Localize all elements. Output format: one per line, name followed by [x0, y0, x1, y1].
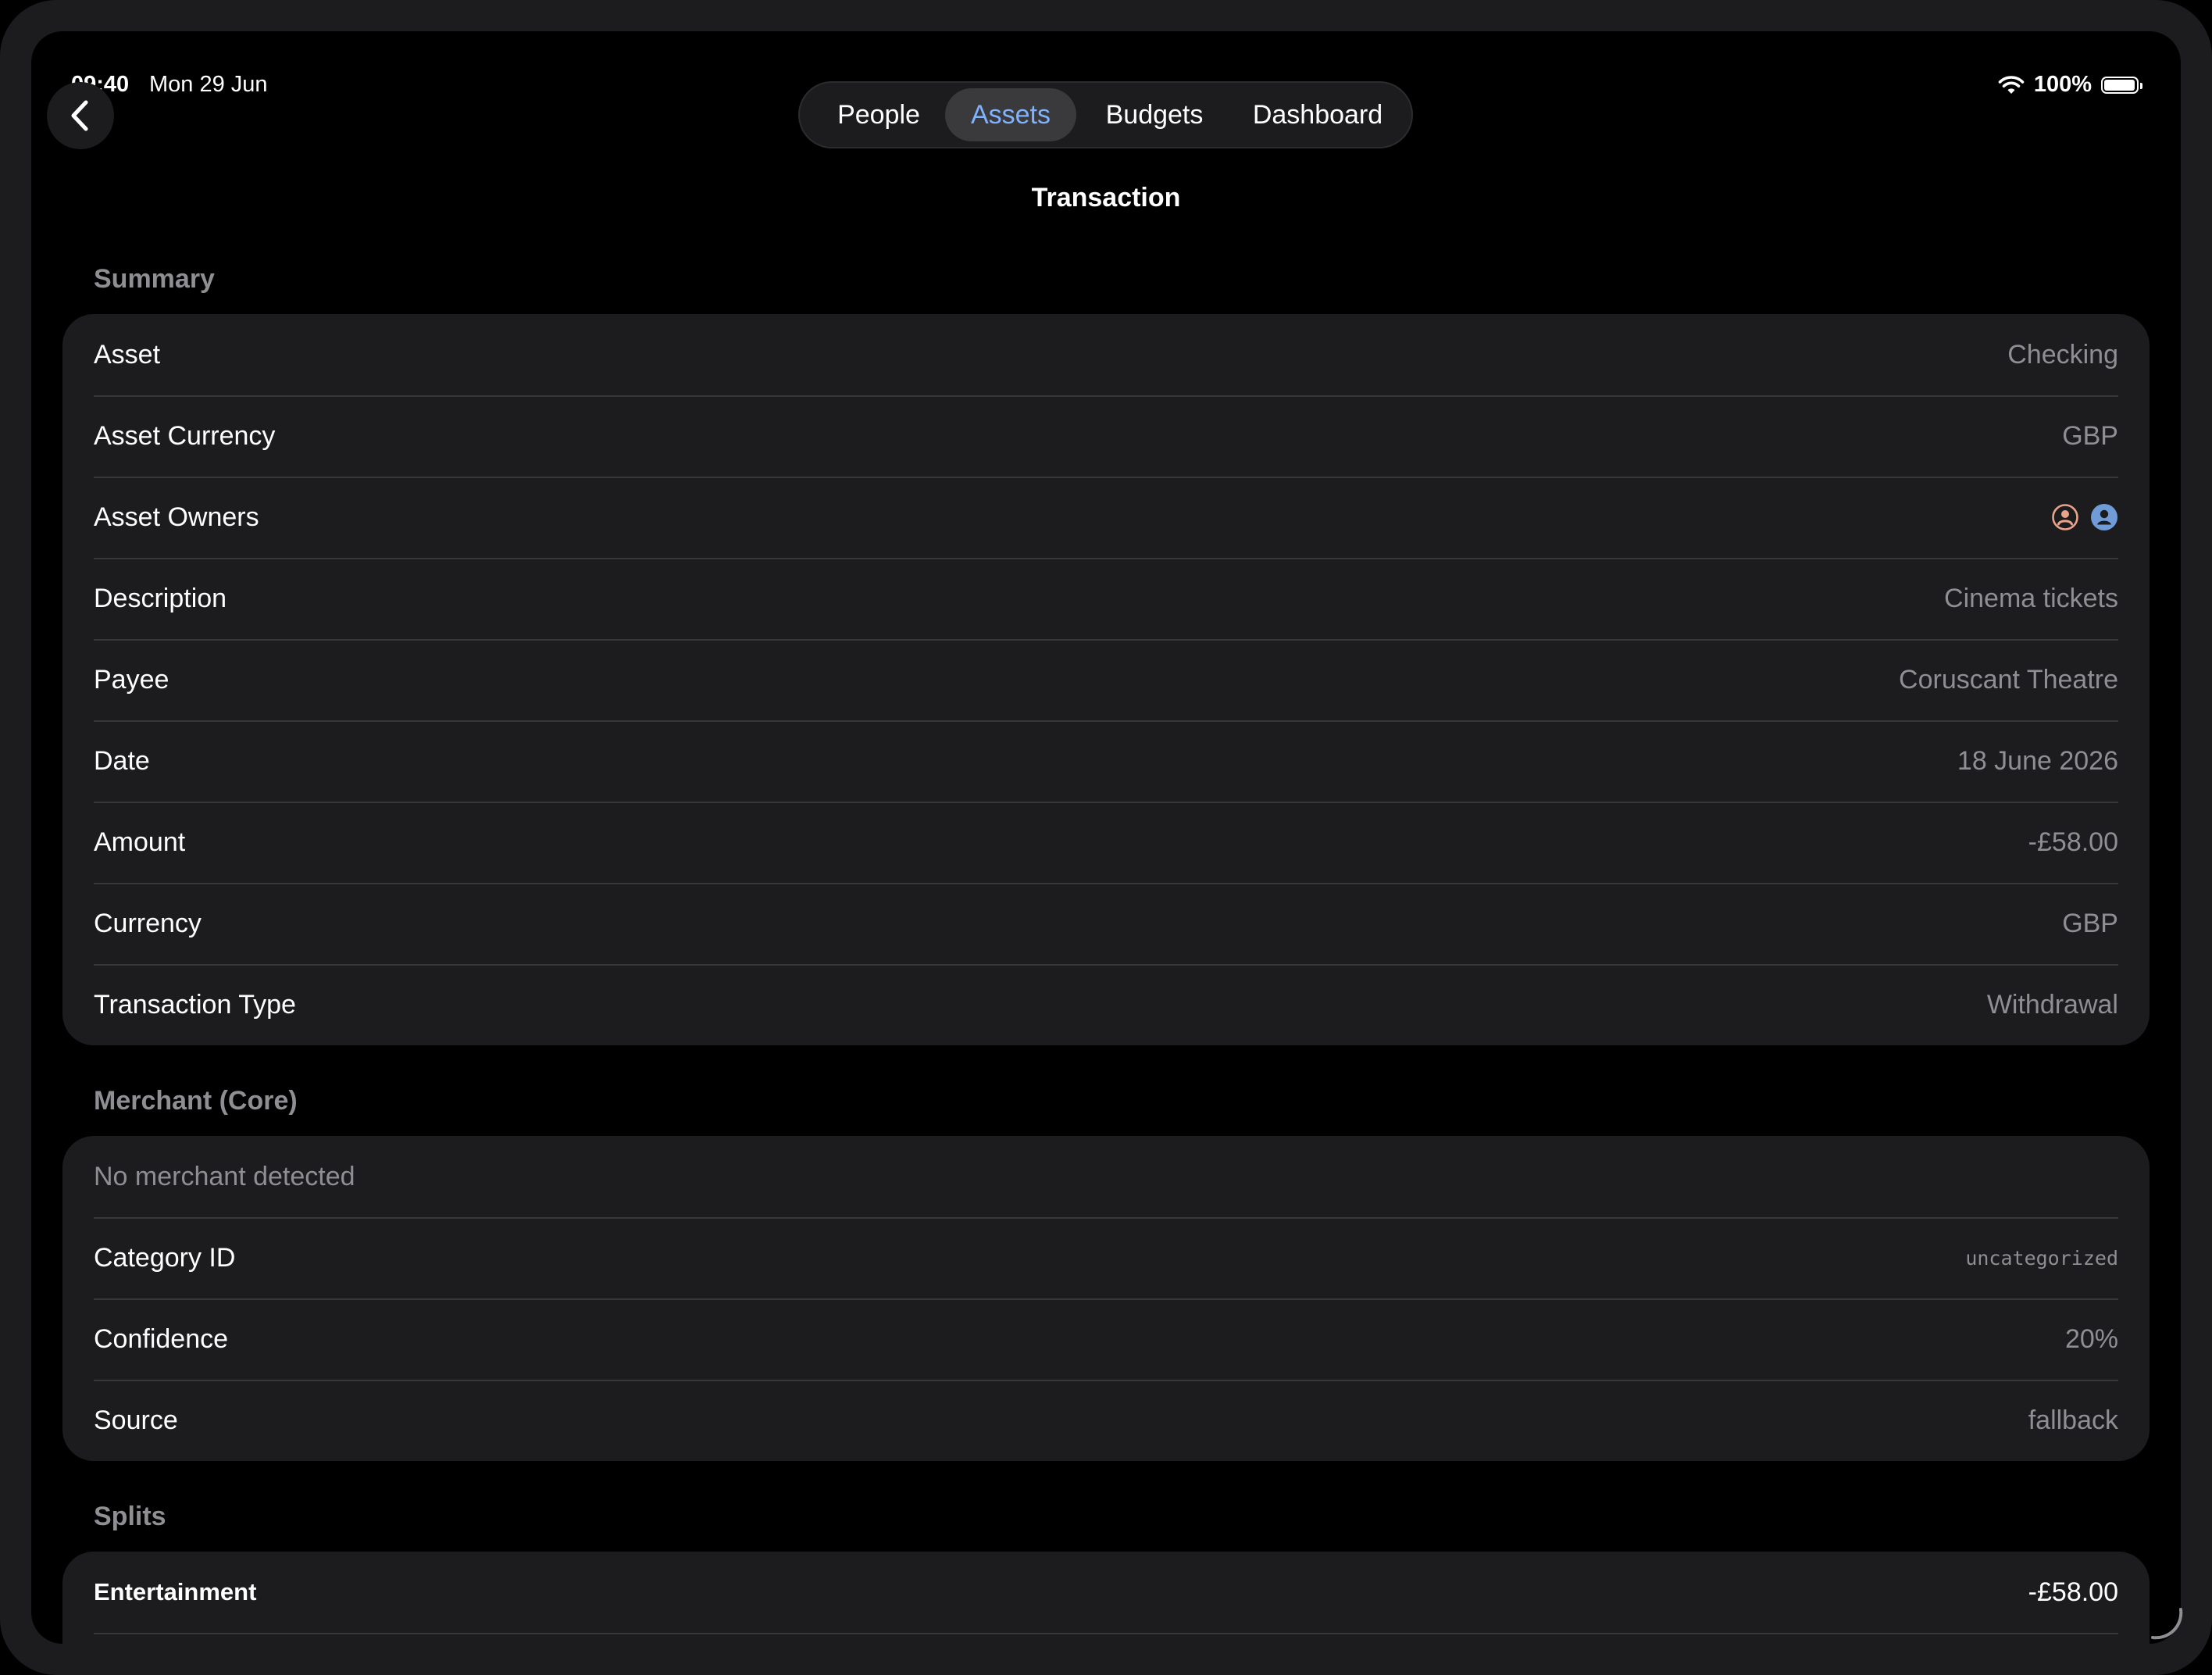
row-label: Date [94, 745, 150, 776]
tab-dashboard[interactable]: Dashboard [1234, 88, 1401, 141]
ipad-frame: 09:40 Mon 29 Jun 100% People Assets Budg… [0, 0, 2212, 1675]
row-label: Currency [94, 908, 202, 938]
page-title: Transaction [1031, 183, 1181, 212]
row-value: 20% [2064, 1323, 2118, 1354]
row-value: Checking [2007, 339, 2118, 370]
row-label: Transaction Type [94, 989, 296, 1020]
wifi-icon [1998, 75, 2025, 94]
row-label: Asset [94, 339, 161, 370]
row-value: GBP [2062, 908, 2118, 938]
loading-spinner-icon [2151, 1608, 2183, 1640]
row-label: Payee [94, 664, 169, 695]
row-description[interactable]: Description Cinema tickets [62, 558, 2150, 639]
row-asset-currency[interactable]: Asset Currency GBP [62, 395, 2150, 477]
back-button[interactable] [47, 82, 114, 149]
row-label: Source [94, 1405, 178, 1435]
person-circle-icon [2052, 504, 2078, 530]
row-transaction-type[interactable]: Transaction Type Withdrawal [62, 964, 2150, 1045]
split-category: Entertainment [94, 1578, 257, 1605]
row-label: Category ID [94, 1242, 236, 1273]
row-payee[interactable]: Payee Coruscant Theatre [62, 639, 2150, 720]
summary-card: Asset Checking Asset Currency GBP Asset … [62, 314, 2150, 1045]
row-currency[interactable]: Currency GBP [62, 883, 2150, 964]
row-category-id[interactable]: Category ID uncategorized [62, 1217, 2150, 1298]
row-asset-owners[interactable]: Asset Owners [62, 477, 2150, 558]
row-value: Cinema tickets [1944, 583, 2118, 613]
tab-people[interactable]: People [814, 88, 944, 141]
row-amount[interactable]: Amount -£58.00 [62, 802, 2150, 883]
row-value: uncategorized [1965, 1246, 2118, 1270]
tab-assets[interactable]: Assets [945, 88, 1076, 141]
status-right: 100% [1998, 72, 2142, 98]
split-amount: -£58.00 [2028, 1577, 2118, 1607]
row-split-entertainment[interactable]: Entertainment -£58.00 [62, 1552, 2150, 1633]
row-value: GBP [2062, 420, 2118, 451]
section-header-summary: Summary [94, 264, 215, 294]
row-value: 18 June 2026 [1957, 745, 2118, 776]
top-tab-bar: People Assets Budgets Dashboard [798, 81, 1413, 148]
merchant-card: No merchant detected Category ID uncateg… [62, 1136, 2150, 1461]
row-value: Withdrawal [1986, 989, 2118, 1020]
section-header-splits: Splits [94, 1502, 166, 1531]
row-label: Amount [94, 827, 186, 857]
person-circle-fill-icon [2091, 504, 2117, 530]
row-no-merchant: No merchant detected [62, 1136, 2150, 1217]
tab-budgets[interactable]: Budgets [1079, 88, 1229, 141]
row-value: Coruscant Theatre [1899, 664, 2118, 695]
row-source[interactable]: Source fallback [62, 1380, 2150, 1461]
empty-merchant-text: No merchant detected [94, 1161, 355, 1191]
section-header-merchant: Merchant (Core) [94, 1086, 298, 1116]
row-label: Description [94, 583, 227, 613]
battery-percent: 100% [2033, 72, 2092, 97]
row-label: Asset Owners [94, 502, 259, 532]
row-split-next [62, 1633, 2150, 1644]
row-asset[interactable]: Asset Checking [62, 314, 2150, 395]
row-value: fallback [2028, 1405, 2118, 1435]
battery-level [2104, 79, 2135, 91]
status-date: Mon 29 Jun [149, 72, 268, 97]
splits-card: Entertainment -£58.00 [62, 1552, 2150, 1644]
battery-icon [2101, 76, 2142, 94]
screen: 09:40 Mon 29 Jun 100% People Assets Budg… [31, 31, 2181, 1644]
row-label: Confidence [94, 1323, 229, 1354]
row-date[interactable]: Date 18 June 2026 [62, 720, 2150, 802]
owner-avatars [2051, 503, 2118, 531]
chevron-left-icon [71, 100, 88, 131]
row-label: Asset Currency [94, 420, 276, 451]
row-confidence[interactable]: Confidence 20% [62, 1298, 2150, 1380]
row-value: -£58.00 [2028, 827, 2118, 857]
